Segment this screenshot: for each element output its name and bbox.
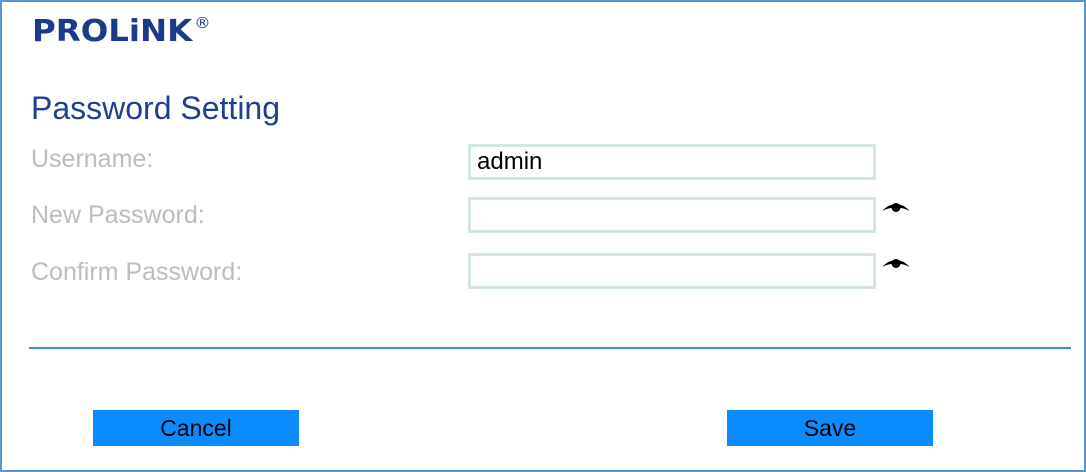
confirm-password-label: Confirm Password: xyxy=(31,258,243,286)
page-title: Password Setting xyxy=(31,90,281,126)
new-password-input[interactable] xyxy=(468,197,876,233)
logo-text: PROLiNK xyxy=(32,14,193,49)
password-setting-dialog: PROLiNK® Password Setting Username: New … xyxy=(0,0,1086,472)
eye-icon[interactable] xyxy=(880,254,912,274)
divider xyxy=(29,347,1071,349)
username-label: Username: xyxy=(31,145,154,173)
confirm-password-input[interactable] xyxy=(468,253,876,289)
username-input[interactable] xyxy=(468,144,876,180)
prolink-logo: PROLiNK ® xyxy=(32,14,211,49)
cancel-button[interactable]: Cancel xyxy=(93,410,299,446)
registered-mark: ® xyxy=(194,14,211,32)
eye-icon[interactable] xyxy=(880,198,912,218)
new-password-label: New Password: xyxy=(31,201,205,229)
save-button[interactable]: Save xyxy=(727,410,933,446)
